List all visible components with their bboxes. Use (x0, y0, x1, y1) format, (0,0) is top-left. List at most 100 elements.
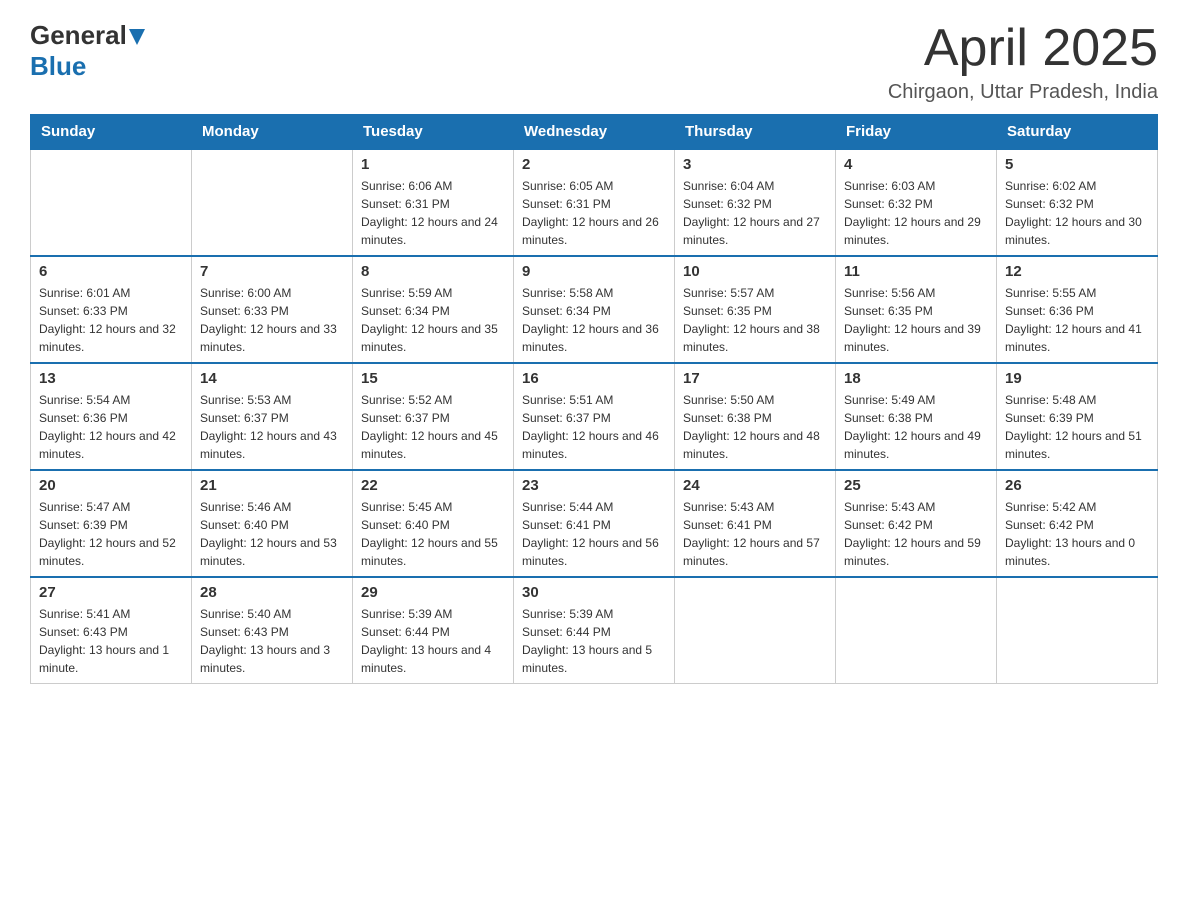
sunrise-text: Sunrise: 5:54 AM (39, 393, 130, 407)
day-number: 6 (39, 263, 183, 280)
sunrise-text: Sunrise: 6:02 AM (1005, 179, 1096, 193)
day-info: Sunrise: 5:39 AMSunset: 6:44 PMDaylight:… (522, 605, 666, 677)
day-number: 5 (1005, 156, 1149, 173)
day-cell: 30Sunrise: 5:39 AMSunset: 6:44 PMDayligh… (514, 577, 675, 684)
day-info: Sunrise: 5:50 AMSunset: 6:38 PMDaylight:… (683, 391, 827, 463)
week-row-1: 1Sunrise: 6:06 AMSunset: 6:31 PMDaylight… (31, 149, 1158, 256)
sunrise-text: Sunrise: 5:40 AM (200, 607, 291, 621)
day-cell: 17Sunrise: 5:50 AMSunset: 6:38 PMDayligh… (675, 363, 836, 470)
day-cell: 9Sunrise: 5:58 AMSunset: 6:34 PMDaylight… (514, 256, 675, 363)
sunset-text: Sunset: 6:42 PM (1005, 518, 1094, 532)
day-cell: 25Sunrise: 5:43 AMSunset: 6:42 PMDayligh… (836, 470, 997, 577)
day-number: 21 (200, 477, 344, 494)
title-area: April 2025 Chirgaon, Uttar Pradesh, Indi… (888, 20, 1158, 104)
day-number: 9 (522, 263, 666, 280)
day-number: 11 (844, 263, 988, 280)
day-cell: 20Sunrise: 5:47 AMSunset: 6:39 PMDayligh… (31, 470, 192, 577)
sunset-text: Sunset: 6:34 PM (361, 304, 450, 318)
sunrise-text: Sunrise: 5:51 AM (522, 393, 613, 407)
day-info: Sunrise: 5:51 AMSunset: 6:37 PMDaylight:… (522, 391, 666, 463)
daylight-text: Daylight: 13 hours and 5 minutes. (522, 643, 652, 675)
day-cell (836, 577, 997, 684)
daylight-text: Daylight: 12 hours and 48 minutes. (683, 429, 820, 461)
sunset-text: Sunset: 6:41 PM (522, 518, 611, 532)
calendar-subtitle: Chirgaon, Uttar Pradesh, India (888, 81, 1158, 104)
sunrise-text: Sunrise: 5:59 AM (361, 286, 452, 300)
daylight-text: Daylight: 12 hours and 43 minutes. (200, 429, 337, 461)
daylight-text: Daylight: 12 hours and 41 minutes. (1005, 322, 1142, 354)
sunrise-text: Sunrise: 5:46 AM (200, 500, 291, 514)
day-info: Sunrise: 5:44 AMSunset: 6:41 PMDaylight:… (522, 498, 666, 570)
day-cell: 2 Sunrise: 6:05 AMSunset: 6:31 PMDaylight… (514, 149, 675, 256)
daylight-text: Daylight: 12 hours and 38 minutes. (683, 322, 820, 354)
day-info: Sunrise: 5:45 AMSunset: 6:40 PMDaylight:… (361, 498, 505, 570)
sunset-text: Sunset: 6:35 PM (683, 304, 772, 318)
day-info: Sunrise: 5:47 AMSunset: 6:39 PMDaylight:… (39, 498, 183, 570)
day-cell: 6 Sunrise: 6:01 AMSunset: 6:33 PMDaylight… (31, 256, 192, 363)
daylight-text: Daylight: 12 hours and 59 minutes. (844, 536, 981, 568)
day-cell: 21 Sunrise: 5:46 AM Sunset: 6:40 PM Dayligh… (192, 470, 353, 577)
sunset-text: Sunset: 6:44 PM (522, 625, 611, 639)
daylight-text: Daylight: 12 hours and 26 minutes. (522, 215, 659, 247)
sunset-text: Sunset: 6:37 PM (522, 411, 611, 425)
day-info: Sunrise: 5:46 AM Sunset: 6:40 PM Daylight:… (200, 498, 344, 570)
day-cell: 7Sunrise: 6:00 AMSunset: 6:33 PMDaylight… (192, 256, 353, 363)
sunset-text: Sunset: 6:44 PM (361, 625, 450, 639)
sunset-text: Sunset: 6:37 PM (200, 411, 289, 425)
day-number: 14 (200, 370, 344, 387)
day-cell (192, 149, 353, 256)
sunrise-text: Sunrise: 6:04 AM (683, 179, 774, 193)
day-cell: 27Sunrise: 5:41 AMSunset: 6:43 PMDayligh… (31, 577, 192, 684)
week-row-3: 13Sunrise: 5:54 AMSunset: 6:36 PMDayligh… (31, 363, 1158, 470)
day-cell: 26Sunrise: 5:42 AMSunset: 6:42 PMDayligh… (997, 470, 1158, 577)
day-info: Sunrise: 6:05 AMSunset: 6:31 PMDaylight:… (522, 177, 666, 249)
day-number: 25 (844, 477, 988, 494)
sunrise-text: Sunrise: 6:05 AM (522, 179, 613, 193)
day-number: 26 (1005, 477, 1149, 494)
sunrise-text: Sunrise: 6:00 AM (200, 286, 291, 300)
sunset-text: Sunset: 6:32 PM (683, 197, 772, 211)
page-header: General Blue April 2025 Chirgaon, Uttar … (30, 20, 1158, 104)
sunset-text: Sunset: 6:32 PM (1005, 197, 1094, 211)
day-number: 1 (361, 156, 505, 173)
sunset-text: Sunset: 6:37 PM (361, 411, 450, 425)
logo-blue-text: Blue (30, 51, 86, 81)
daylight-text: Daylight: 12 hours and 53 minutes. (200, 536, 337, 568)
daylight-text: Daylight: 12 hours and 55 minutes. (361, 536, 498, 568)
sunrise-text: Sunrise: 5:53 AM (200, 393, 291, 407)
day-info: Sunrise: 5:49 AMSunset: 6:38 PMDaylight:… (844, 391, 988, 463)
sunset-text: Sunset: 6:42 PM (844, 518, 933, 532)
sunset-text: Sunset: 6:40 PM (200, 518, 289, 532)
day-cell: 5Sunrise: 6:02 AMSunset: 6:32 PMDaylight… (997, 149, 1158, 256)
daylight-text: Daylight: 12 hours and 27 minutes. (683, 215, 820, 247)
daylight-text: Daylight: 13 hours and 3 minutes. (200, 643, 330, 675)
header-sunday: Sunday (31, 115, 192, 150)
sunrise-text: Sunrise: 5:50 AM (683, 393, 774, 407)
day-number: 3 (683, 156, 827, 173)
logo-blue-row: Blue (30, 51, 145, 82)
header-saturday: Saturday (997, 115, 1158, 150)
day-info: Sunrise: 5:52 AMSunset: 6:37 PMDaylight:… (361, 391, 505, 463)
day-cell: 22Sunrise: 5:45 AMSunset: 6:40 PMDayligh… (353, 470, 514, 577)
day-number: 24 (683, 477, 827, 494)
day-cell: 14 Sunrise: 5:53 AM Sunset: 6:37 PM Dayligh… (192, 363, 353, 470)
day-number: 18 (844, 370, 988, 387)
header-row: SundayMondayTuesdayWednesdayThursdayFrid… (31, 115, 1158, 150)
sunrise-text: Sunrise: 6:06 AM (361, 179, 452, 193)
day-cell: 18 Sunrise: 5:49 AMSunset: 6:38 PMDayligh… (836, 363, 997, 470)
daylight-text: Daylight: 12 hours and 49 minutes. (844, 429, 981, 461)
header-wednesday: Wednesday (514, 115, 675, 150)
day-cell: 15Sunrise: 5:52 AMSunset: 6:37 PMDayligh… (353, 363, 514, 470)
sunrise-text: Sunrise: 5:55 AM (1005, 286, 1096, 300)
day-number: 28 (200, 584, 344, 601)
day-number: 2 (522, 156, 666, 173)
day-number: 13 (39, 370, 183, 387)
daylight-text: Daylight: 12 hours and 36 minutes. (522, 322, 659, 354)
day-cell: 24Sunrise: 5:43 AMSunset: 6:41 PMDayligh… (675, 470, 836, 577)
sunrise-text: Sunrise: 5:48 AM (1005, 393, 1096, 407)
day-cell: 11Sunrise: 5:56 AMSunset: 6:35 PMDayligh… (836, 256, 997, 363)
calendar-body: 1Sunrise: 6:06 AMSunset: 6:31 PMDaylight… (31, 149, 1158, 684)
sunrise-text: Sunrise: 5:44 AM (522, 500, 613, 514)
day-info: Sunrise: 6:01 AMSunset: 6:33 PMDaylight:… (39, 284, 183, 356)
day-cell: 3 Sunrise: 6:04 AM Sunset: 6:32 PM Daylight… (675, 149, 836, 256)
